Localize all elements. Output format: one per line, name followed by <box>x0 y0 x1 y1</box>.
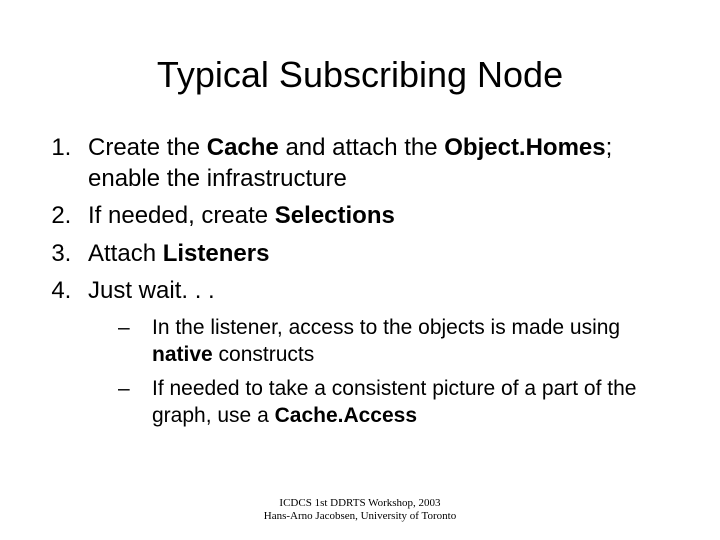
text: Just wait. . . <box>88 277 215 304</box>
list-item: Just wait. . . <box>78 275 672 306</box>
bold-term: Cache.Access <box>275 404 417 427</box>
main-list: Create the Cache and attach the Object.H… <box>78 132 672 306</box>
bold-term: Selections <box>275 202 395 229</box>
list-item: Create the Cache and attach the Object.H… <box>78 132 672 194</box>
slide-title: Typical Subscribing Node <box>48 54 672 96</box>
text: Create the <box>88 134 207 161</box>
slide-footer: ICDCS 1st DDRTS Workshop, 2003 Hans-Arno… <box>0 497 720 525</box>
bold-term: Listeners <box>163 240 270 267</box>
list-item: Attach Listeners <box>78 238 672 269</box>
list-item: If needed, create Selections <box>78 200 672 231</box>
text: and attach the <box>279 134 444 161</box>
sub-list-item: If needed to take a consistent picture o… <box>118 375 672 430</box>
text: In the listener, access to the objects i… <box>152 316 620 339</box>
slide: { "title": "Typical Subscribing Node", "… <box>0 0 720 540</box>
footer-line: Hans-Arno Jacobsen, University of Toront… <box>0 510 720 524</box>
bold-term: native <box>152 343 213 366</box>
text: Attach <box>88 240 163 267</box>
footer-line: ICDCS 1st DDRTS Workshop, 2003 <box>0 497 720 511</box>
sub-list-item: In the listener, access to the objects i… <box>118 314 672 369</box>
bold-term: Object.Homes <box>444 134 605 161</box>
sub-list: In the listener, access to the objects i… <box>118 314 672 429</box>
text: If needed, create <box>88 202 275 229</box>
text: constructs <box>213 343 315 366</box>
bold-term: Cache <box>207 134 279 161</box>
